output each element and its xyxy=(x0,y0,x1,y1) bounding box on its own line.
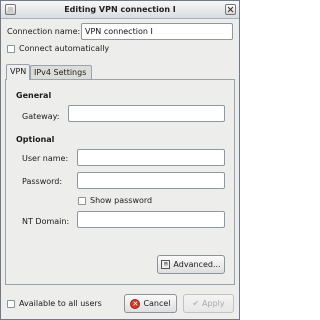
vpn-edit-dialog: Editing VPN connection I Connection name… xyxy=(0,0,240,320)
password-label: Password: xyxy=(22,177,63,186)
window-title: Editing VPN connection I xyxy=(64,5,176,14)
username-label: User name: xyxy=(22,154,69,163)
available-to-all-users-checkbox[interactable] xyxy=(7,300,15,308)
password-field[interactable] xyxy=(77,172,225,189)
apply-button-label: Apply xyxy=(202,299,225,308)
tab-ipv4-label: IPv4 Settings xyxy=(34,68,87,77)
advanced-settings-icon: ▤ xyxy=(161,260,171,269)
gateway-field[interactable] xyxy=(68,105,225,122)
apply-button[interactable]: ✔ Apply xyxy=(183,294,234,313)
available-to-all-users-label: Available to all users xyxy=(19,299,102,308)
username-input[interactable] xyxy=(78,150,224,165)
gateway-label: Gateway: xyxy=(22,112,60,121)
connect-automatically-label: Connect automatically xyxy=(19,44,110,53)
connection-name-field[interactable] xyxy=(81,23,233,40)
optional-heading: Optional xyxy=(16,135,55,144)
password-input[interactable] xyxy=(78,173,224,188)
general-heading: General xyxy=(16,91,52,100)
gateway-input[interactable] xyxy=(69,106,224,121)
cancel-button-label: Cancel xyxy=(143,299,171,308)
tab-ipv4-settings[interactable]: IPv4 Settings xyxy=(30,65,92,79)
tab-vpn-label: VPN xyxy=(10,67,27,76)
nt-domain-field[interactable] xyxy=(77,211,225,228)
nt-domain-input[interactable] xyxy=(78,212,224,227)
tab-vpn[interactable]: VPN xyxy=(6,64,30,80)
title-bar[interactable]: Editing VPN connection I xyxy=(1,1,239,19)
advanced-button[interactable]: ▤ Advanced... xyxy=(157,255,225,274)
show-password-label: Show password xyxy=(90,196,153,205)
connection-name-label: Connection name: xyxy=(7,27,81,36)
nt-domain-label: NT Domain: xyxy=(22,217,70,226)
advanced-button-label: Advanced... xyxy=(173,260,221,269)
cancel-icon: ✕ xyxy=(130,298,141,309)
username-field[interactable] xyxy=(77,149,225,166)
close-icon[interactable] xyxy=(225,4,236,15)
show-password-checkbox[interactable] xyxy=(78,197,86,205)
apply-icon: ✔ xyxy=(192,299,200,308)
connection-name-input[interactable] xyxy=(82,24,232,39)
connect-automatically-checkbox[interactable] xyxy=(7,45,15,53)
cancel-button[interactable]: ✕ Cancel xyxy=(124,294,177,313)
